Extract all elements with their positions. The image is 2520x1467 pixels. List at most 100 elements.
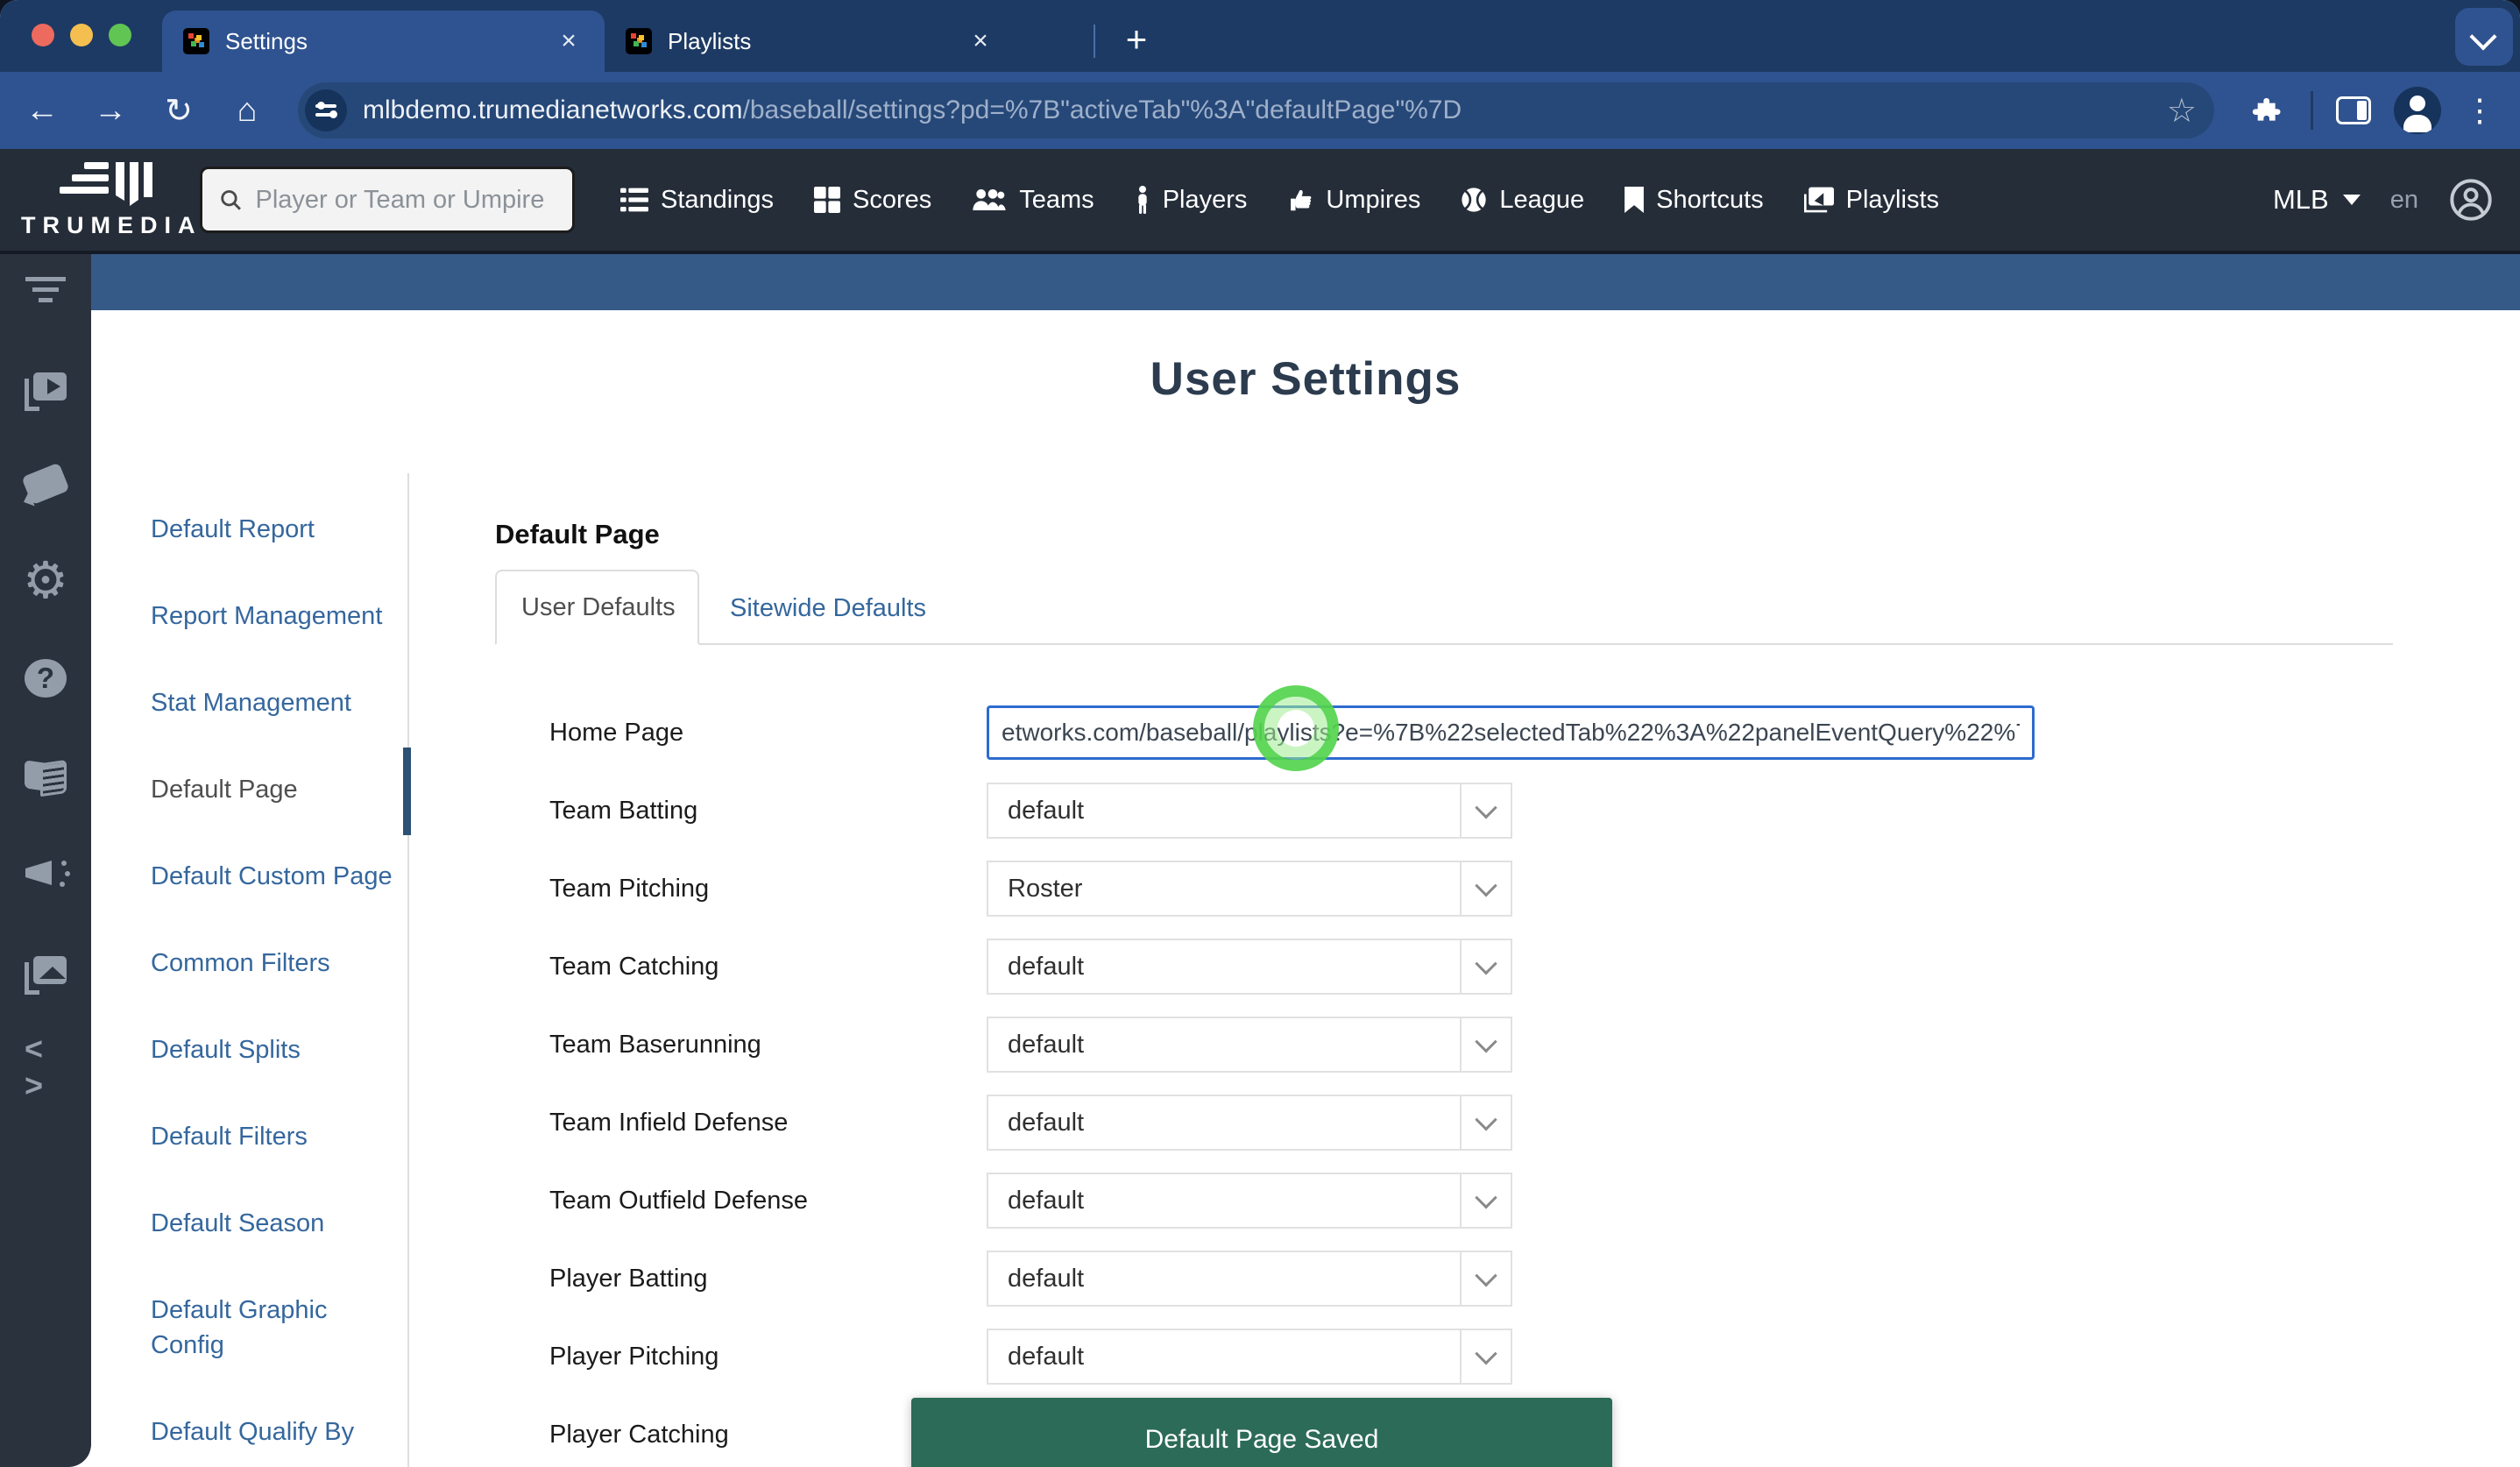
settings-menu-item[interactable]: Default Page — [151, 772, 393, 807]
nav-item-standings[interactable]: Standings — [620, 186, 774, 215]
close-window-button[interactable] — [32, 24, 54, 46]
cards-icon[interactable] — [25, 464, 67, 503]
nav-item-label: Standings — [661, 186, 774, 215]
settings-menu-item[interactable]: Default Season — [151, 1206, 393, 1241]
minimize-window-button[interactable] — [70, 24, 93, 46]
chevron-down-icon — [1460, 862, 1511, 915]
default-dropdown[interactable]: default — [987, 783, 1512, 839]
brand-name: TRUMEDIA — [21, 212, 188, 239]
tab-close-icon[interactable]: × — [966, 26, 995, 56]
search-input[interactable] — [255, 186, 556, 215]
image-stack-icon[interactable] — [25, 951, 67, 989]
nav-item-label: Shortcuts — [1656, 186, 1764, 215]
new-tab-button[interactable]: + — [1111, 14, 1162, 65]
defaults-tabbar: User Defaults Sitewide Defaults — [495, 571, 2393, 645]
help-icon[interactable] — [25, 659, 67, 698]
select-row-label: Team Outfield Defense — [495, 1187, 987, 1215]
select-row-label: Player Batting — [495, 1265, 987, 1293]
settings-menu-item[interactable]: Default Report — [151, 512, 393, 547]
tab-playlists[interactable]: Playlists × — [605, 11, 1016, 72]
settings-gear-icon[interactable]: ⚙ — [25, 562, 67, 600]
nav-item-scores[interactable]: Scores — [814, 186, 931, 215]
nav-item-label: League — [1499, 186, 1584, 215]
nav-item-label: Umpires — [1326, 186, 1420, 215]
settings-menu-item[interactable]: Report Management — [151, 599, 393, 634]
settings-menu-item[interactable]: Stat Management — [151, 685, 393, 720]
trumedia-logo-mark — [53, 160, 156, 206]
players-icon — [1135, 186, 1150, 214]
embed-code-icon[interactable] — [25, 1048, 67, 1087]
home-page-input[interactable] — [987, 705, 2035, 760]
global-search[interactable] — [200, 167, 575, 233]
settings-menu-item[interactable]: Default Qualify By — [151, 1414, 393, 1449]
account-icon[interactable] — [2448, 177, 2494, 223]
extensions-puzzle-icon[interactable] — [2242, 88, 2288, 133]
url-text[interactable]: mlbdemo.trumedianetworks.com/baseball/se… — [363, 96, 2153, 125]
settings-layout: Default Report Report Management Stat Ma… — [91, 473, 2520, 1467]
side-panel-icon[interactable] — [2336, 96, 2371, 124]
announcements-megaphone-icon[interactable] — [25, 854, 67, 892]
nav-item-playlists[interactable]: Playlists — [1804, 186, 1939, 215]
app-navbar: TRUMEDIA Standings Scores Teams Players — [0, 149, 2520, 254]
site-settings-icon[interactable] — [305, 89, 347, 131]
nav-item-shortcuts[interactable]: Shortcuts — [1625, 186, 1764, 215]
language-label[interactable]: en — [2390, 186, 2418, 215]
settings-menu: Default Report Report Management Stat Ma… — [91, 473, 409, 1467]
settings-menu-item[interactable]: Default Splits — [151, 1032, 393, 1067]
default-dropdown[interactable]: Roster — [987, 861, 1512, 917]
league-selector[interactable]: MLB — [2273, 184, 2361, 216]
select-row-label: Team Catching — [495, 953, 987, 982]
browser-profile-avatar[interactable] — [2394, 87, 2441, 134]
default-dropdown[interactable]: default — [987, 939, 1512, 995]
dropdown-selected-value: default — [988, 1252, 1460, 1305]
reload-icon[interactable]: ↻ — [156, 88, 202, 133]
dropdown-selected-value: default — [988, 1174, 1460, 1227]
nav-item-label: Scores — [853, 186, 931, 215]
dropdown-selected-value: Roster — [988, 862, 1460, 915]
default-select-row: Team Infield Defense default — [495, 1095, 2520, 1151]
forward-icon[interactable]: → — [88, 88, 133, 133]
active-menu-indicator — [403, 748, 411, 835]
page-header-strip — [91, 254, 2520, 310]
default-dropdown[interactable]: default — [987, 1017, 1512, 1073]
url-domain: mlbdemo.trumedianetworks.com — [363, 96, 743, 124]
url-path: /baseball/settings?pd=%7B"activeTab"%3A"… — [743, 96, 1462, 124]
search-icon — [218, 186, 243, 214]
nav-item-umpires[interactable]: Umpires — [1287, 186, 1420, 215]
page-title: User Settings — [91, 352, 2520, 406]
chevron-down-icon — [1460, 1252, 1511, 1305]
default-dropdown[interactable]: default — [987, 1251, 1512, 1307]
select-row-label: Player Pitching — [495, 1343, 987, 1371]
nav-item-label: Teams — [1019, 186, 1094, 215]
glossary-book-icon[interactable] — [25, 756, 67, 795]
nav-item-teams[interactable]: Teams — [972, 186, 1094, 215]
zoom-window-button[interactable] — [109, 24, 131, 46]
chevron-down-icon — [2343, 195, 2361, 205]
address-bar[interactable]: mlbdemo.trumedianetworks.com/baseball/se… — [298, 82, 2214, 138]
tab-user-defaults[interactable]: User Defaults — [495, 570, 699, 645]
default-dropdown[interactable]: default — [987, 1329, 1512, 1385]
default-select-row: Player Pitching default — [495, 1329, 2520, 1385]
tab-settings[interactable]: Settings × — [162, 11, 605, 72]
video-playlist-icon[interactable] — [25, 367, 67, 406]
nav-item-players[interactable]: Players — [1135, 186, 1248, 215]
trumedia-logo[interactable]: TRUMEDIA — [21, 160, 188, 239]
site-favicon — [183, 28, 209, 54]
tab-sitewide-defaults[interactable]: Sitewide Defaults — [730, 571, 926, 645]
home-icon[interactable]: ⌂ — [224, 88, 270, 133]
bookmark-star-icon[interactable]: ☆ — [2167, 91, 2197, 131]
tab-divider — [1094, 25, 1095, 58]
settings-menu-item[interactable]: Default Filters — [151, 1119, 393, 1154]
tab-close-icon[interactable]: × — [554, 26, 584, 56]
tab-search-chevron-button[interactable] — [2455, 8, 2513, 66]
select-row-label: Team Batting — [495, 797, 987, 826]
default-dropdown[interactable]: default — [987, 1095, 1512, 1151]
filter-icon[interactable] — [25, 270, 67, 308]
settings-menu-item[interactable]: Default Graphic Config — [151, 1293, 393, 1363]
nav-item-league[interactable]: League — [1461, 186, 1584, 215]
back-icon[interactable]: ← — [19, 88, 65, 133]
browser-menu-icon[interactable]: ⋮ — [2464, 92, 2495, 129]
settings-menu-item[interactable]: Default Custom Page — [151, 859, 393, 894]
default-dropdown[interactable]: default — [987, 1173, 1512, 1229]
settings-menu-item[interactable]: Common Filters — [151, 946, 393, 981]
